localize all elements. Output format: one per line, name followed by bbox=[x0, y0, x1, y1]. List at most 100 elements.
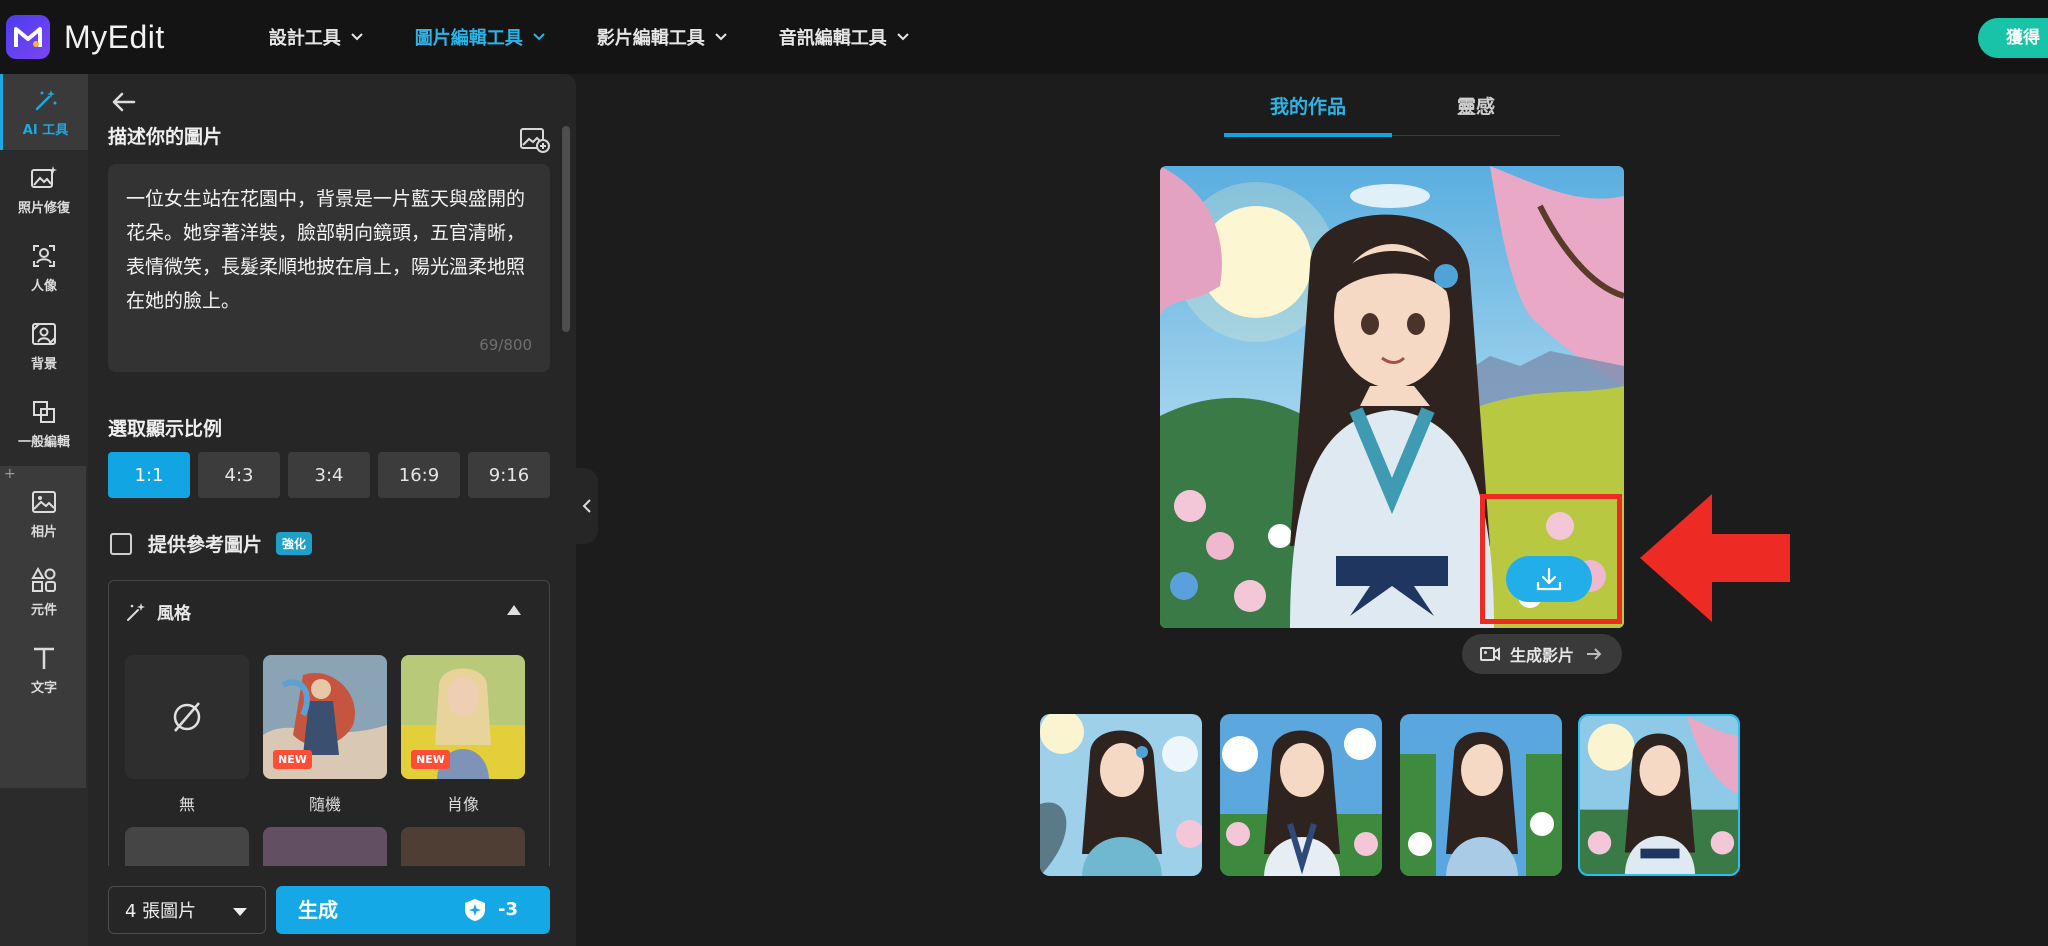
rail-label: 元件 bbox=[30, 602, 57, 618]
rail-item-text[interactable]: 文字 bbox=[0, 632, 88, 708]
boost-badge: 強化 bbox=[276, 532, 313, 555]
ratio-4-3-button[interactable]: 4:3 bbox=[198, 452, 280, 498]
rail-item-portrait[interactable]: 人像 bbox=[0, 230, 88, 306]
nav-label: 影片編輯工具 bbox=[596, 28, 705, 49]
ratio-1-1-button[interactable]: 1:1 bbox=[108, 452, 190, 498]
myedit-logo-icon bbox=[6, 15, 50, 59]
collapse-caret-icon[interactable] bbox=[507, 605, 521, 615]
nav-label: 圖片編輯工具 bbox=[414, 28, 523, 49]
image-sparkle-icon bbox=[31, 165, 57, 188]
app-root: MyEdit 設計工具 圖片編輯工具 影片編輯工具 音訊編輯工具 獲得 AI 工… bbox=[0, 0, 2048, 946]
nav-video-edit-tools[interactable]: 影片編輯工具 bbox=[597, 24, 727, 50]
rail-item-photos[interactable]: 相片 bbox=[0, 476, 88, 552]
reference-image-checkbox[interactable] bbox=[110, 532, 132, 555]
style-card-random[interactable]: NEW bbox=[263, 655, 387, 779]
annotation-arrow-icon bbox=[1640, 494, 1790, 622]
background-icon bbox=[32, 322, 56, 345]
style-title: 風格 bbox=[157, 604, 191, 624]
settings-panel: 描述你的圖片 一位女生站在花園中，背景是一片藍天與盛開的花朵。她穿著洋裝，臉部朝… bbox=[88, 74, 576, 946]
active-tab-underline bbox=[1224, 133, 1392, 137]
style-header[interactable]: 風格 bbox=[125, 599, 191, 624]
prompt-text: 一位女生站在花園中，背景是一片藍天與盛開的花朵。她穿著洋裝，臉部朝向鏡頭，五官清… bbox=[126, 188, 526, 312]
tab-my-works[interactable]: 我的作品 bbox=[1224, 92, 1392, 119]
works-tabs: 我的作品 靈感 bbox=[1224, 80, 1560, 137]
style-card-portrait[interactable]: NEW bbox=[401, 655, 525, 779]
top-bar: MyEdit 設計工具 圖片編輯工具 影片編輯工具 音訊編輯工具 獲得 bbox=[0, 0, 2048, 74]
nav-audio-edit-tools[interactable]: 音訊編輯工具 bbox=[779, 24, 909, 50]
get-button[interactable]: 獲得 bbox=[1978, 18, 2048, 58]
photo-icon bbox=[32, 490, 56, 513]
text-icon bbox=[34, 647, 54, 669]
ratio-9-16-button[interactable]: 9:16 bbox=[468, 452, 550, 498]
chevron-down-icon bbox=[897, 33, 909, 41]
generate-video-label: 生成影片 bbox=[1510, 646, 1575, 665]
credit-cost: -3 bbox=[462, 886, 518, 934]
style-label-portrait: 肖像 bbox=[446, 795, 479, 814]
rail-label: 文字 bbox=[30, 680, 57, 696]
rail-label: 一般編輯 bbox=[17, 434, 70, 450]
chevron-down-icon bbox=[533, 33, 545, 41]
aspect-ratio-title: 選取顯示比例 bbox=[108, 418, 223, 440]
image-upload-icon[interactable] bbox=[520, 126, 550, 154]
result-thumbnail[interactable] bbox=[1040, 714, 1202, 876]
rail-item-ai-tools[interactable]: AI 工具 bbox=[0, 74, 88, 150]
rail-label: 相片 bbox=[30, 524, 57, 540]
nav-label: 音訊編輯工具 bbox=[778, 28, 887, 49]
collapse-panel-button[interactable] bbox=[576, 468, 598, 544]
result-thumbnail-image bbox=[1220, 714, 1382, 876]
rail-item-photo-repair[interactable]: 照片修復 bbox=[0, 152, 88, 228]
new-badge: NEW bbox=[411, 750, 450, 769]
describe-image-title: 描述你的圖片 bbox=[108, 126, 223, 148]
panel-scrollbar[interactable] bbox=[562, 126, 570, 332]
result-thumbnail[interactable] bbox=[1220, 714, 1382, 876]
nav-image-edit-tools[interactable]: 圖片編輯工具 bbox=[415, 24, 545, 50]
image-count-value: 4 張圖片 bbox=[125, 901, 197, 922]
rail-item-general-edit[interactable]: 一般編輯 bbox=[0, 386, 88, 462]
chevron-left-icon bbox=[582, 499, 591, 513]
back-arrow-icon[interactable] bbox=[110, 88, 138, 116]
crop-layers-icon bbox=[33, 400, 55, 423]
credit-shield-icon bbox=[465, 899, 485, 921]
style-card-none[interactable] bbox=[125, 655, 249, 779]
nav-design-tools[interactable]: 設計工具 bbox=[269, 24, 363, 50]
char-count: 69/800 bbox=[479, 336, 532, 354]
generate-label: 生成 bbox=[298, 898, 338, 922]
generate-video-button[interactable]: 生成影片 bbox=[1462, 634, 1622, 674]
app-name: MyEdit bbox=[64, 18, 165, 55]
dropdown-caret-icon bbox=[233, 908, 247, 916]
shapes-icon bbox=[31, 566, 56, 592]
magic-wand-icon bbox=[35, 89, 56, 110]
new-badge: NEW bbox=[273, 750, 312, 769]
download-button[interactable] bbox=[1506, 556, 1592, 602]
rail-item-background[interactable]: 背景 bbox=[0, 308, 88, 384]
generate-button[interactable]: 生成 -3 bbox=[276, 886, 550, 934]
reference-image-row: 提供參考圖片 強化 bbox=[110, 530, 313, 557]
portrait-icon bbox=[33, 244, 55, 267]
rail-label: 照片修復 bbox=[17, 200, 70, 216]
main-nav: 設計工具 圖片編輯工具 影片編輯工具 音訊編輯工具 bbox=[269, 24, 909, 50]
arrow-right-icon bbox=[1587, 648, 1602, 660]
reference-image-label: 提供參考圖片 bbox=[148, 534, 263, 556]
magic-wand-icon bbox=[127, 602, 145, 621]
generate-bar: 4 張圖片 生成 -3 bbox=[88, 866, 576, 946]
rail-label: 人像 bbox=[30, 278, 57, 294]
rail-item-elements[interactable]: 元件 bbox=[0, 554, 88, 630]
no-style-icon bbox=[173, 702, 201, 732]
tab-inspiration[interactable]: 靈感 bbox=[1392, 92, 1560, 119]
ratio-3-4-button[interactable]: 3:4 bbox=[288, 452, 370, 498]
tool-rail: AI 工具 照片修復 人像 背景 一般編輯 + 相片 元件 文字 bbox=[0, 74, 88, 946]
video-icon bbox=[1480, 647, 1500, 661]
result-thumbnail-selected[interactable] bbox=[1578, 714, 1740, 876]
download-icon bbox=[1536, 567, 1562, 591]
style-label-none: 無 bbox=[178, 795, 195, 814]
chevron-down-icon bbox=[715, 33, 727, 41]
rail-label: 背景 bbox=[30, 356, 57, 372]
logo[interactable]: MyEdit bbox=[6, 15, 165, 59]
image-count-select[interactable]: 4 張圖片 bbox=[108, 886, 266, 934]
result-thumbnail-image bbox=[1580, 716, 1738, 874]
credit-cost-value: -3 bbox=[498, 899, 518, 920]
ratio-16-9-button[interactable]: 16:9 bbox=[378, 452, 460, 498]
prompt-textarea[interactable]: 一位女生站在花園中，背景是一片藍天與盛開的花朵。她穿著洋裝，臉部朝向鏡頭，五官清… bbox=[108, 164, 550, 372]
result-thumbnail-image bbox=[1400, 714, 1562, 876]
result-thumbnail[interactable] bbox=[1400, 714, 1562, 876]
